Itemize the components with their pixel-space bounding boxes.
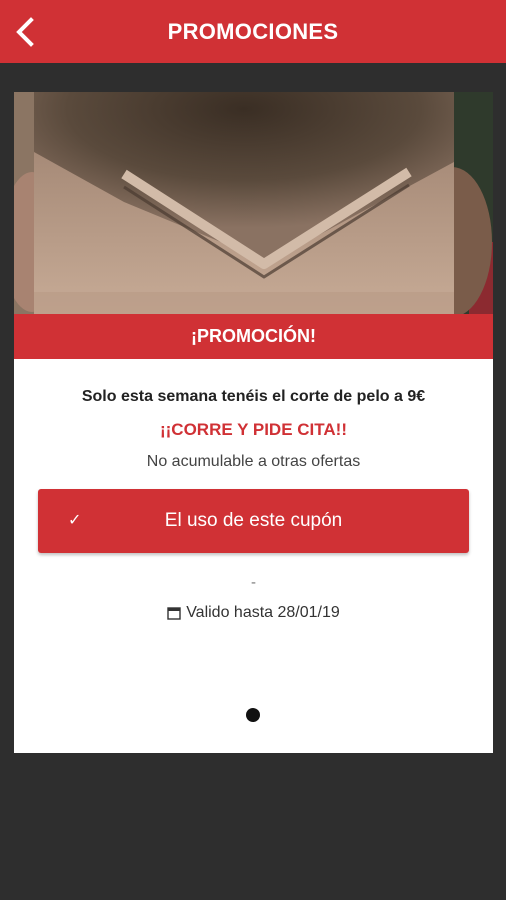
promotion-image — [14, 92, 493, 314]
calendar-icon — [167, 607, 181, 620]
promotion-description: Solo esta semana tenéis el corte de pelo… — [81, 388, 426, 405]
promotion-card: ¡PROMOCIÓN! Solo esta semana tenéis el c… — [14, 92, 493, 753]
pager-dot[interactable] — [246, 708, 260, 722]
promotion-cta: ¡¡CORRE Y PIDE CITA!! — [159, 420, 347, 439]
validity-text: Valido hasta 28/01/19 — [186, 604, 340, 621]
page-title: PROMOCIONES — [167, 19, 339, 44]
use-coupon-button[interactable]: ✓ El uso de este cupón — [38, 489, 469, 553]
validity-info: Valido hasta 28/01/19 — [14, 604, 493, 622]
app-bar: PROMOCIONES — [0, 0, 506, 63]
promotion-banner: ¡PROMOCIÓN! — [14, 314, 493, 359]
coupon-button-label: El uso de este cupón — [164, 510, 343, 531]
promotion-note: No acumulable a otras ofertas — [146, 453, 361, 470]
separator-dash: - — [251, 574, 256, 591]
